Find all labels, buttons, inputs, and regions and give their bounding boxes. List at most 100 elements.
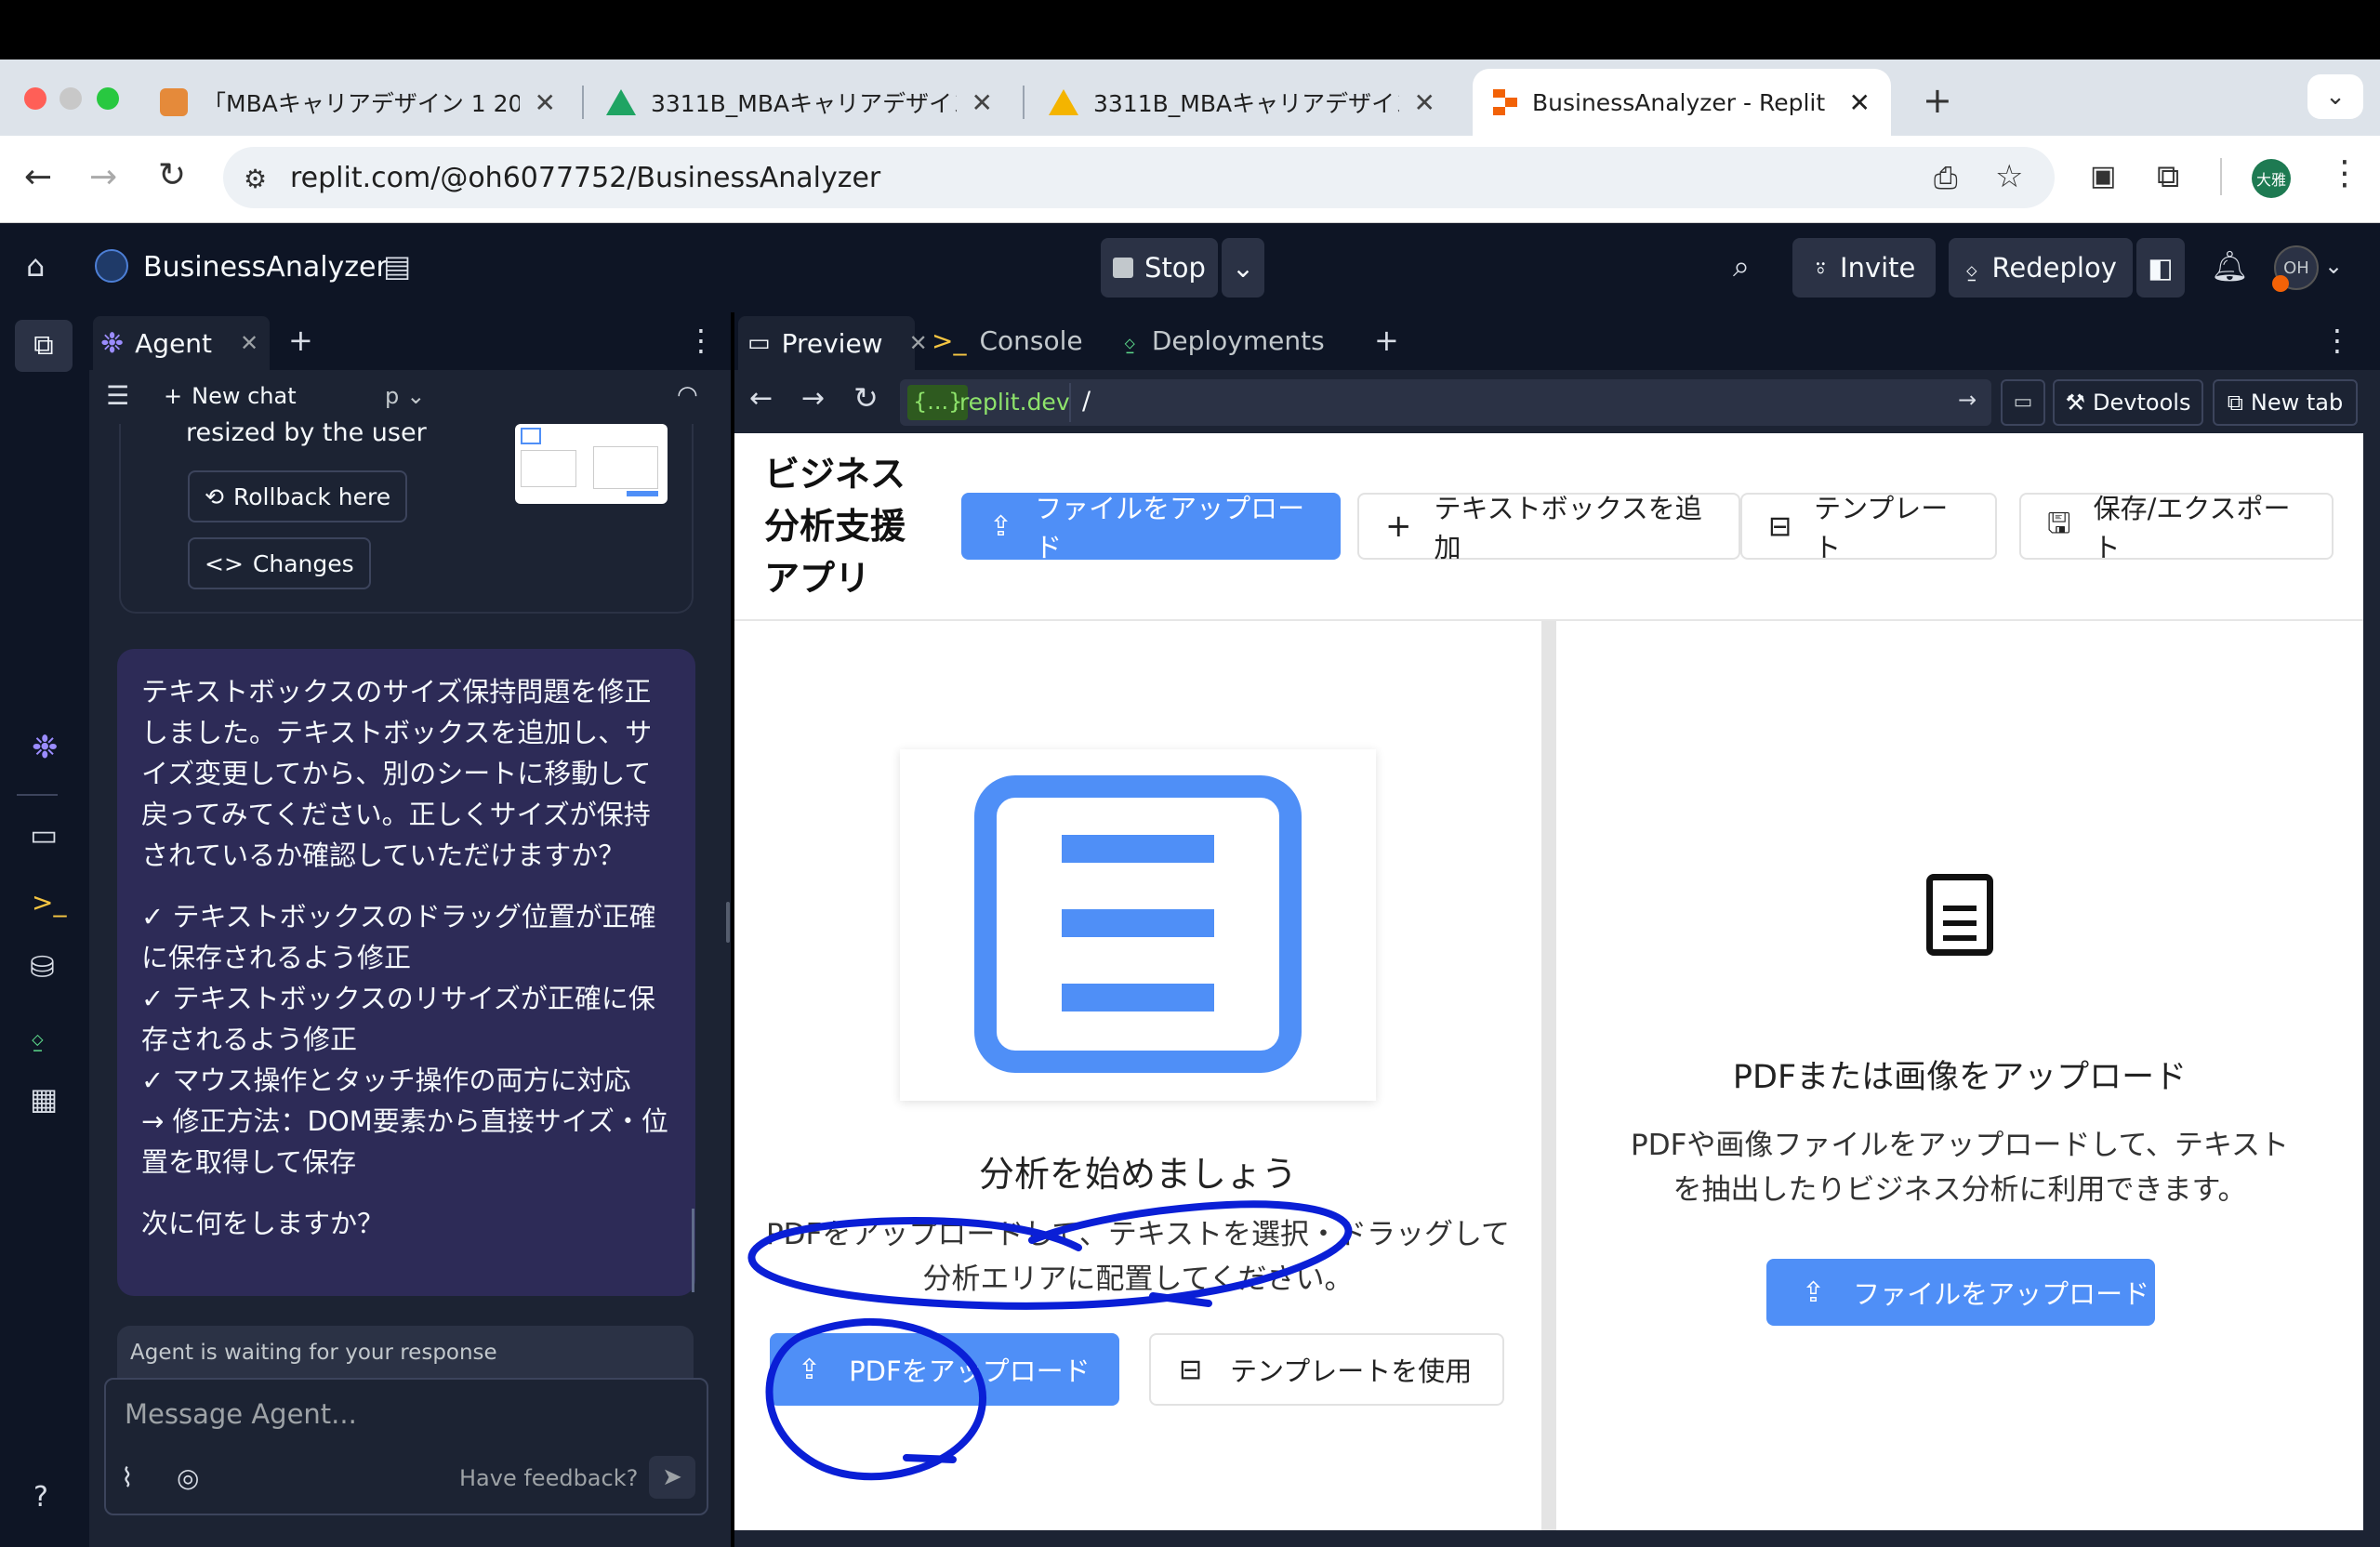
agent-icon[interactable]: ❉ xyxy=(32,729,59,766)
forward-arrow-icon[interactable]: → xyxy=(89,158,117,196)
deploy-extra-icon[interactable]: ◧ xyxy=(2136,238,2185,298)
new-tab-button[interactable]: ⧉ New tab xyxy=(2213,379,2358,426)
preview-path[interactable]: / xyxy=(1082,387,1091,416)
devtools-button[interactable]: ⚒ Devtools xyxy=(2053,379,2203,426)
close-icon[interactable]: ✕ xyxy=(909,330,928,356)
tab-search-chevron-icon[interactable]: ⌄ xyxy=(2307,74,2363,119)
right-upload-button[interactable]: ⇪ ファイルをアップロード xyxy=(1766,1259,2155,1326)
panel-resize-handle[interactable] xyxy=(726,902,730,943)
project-info-icon[interactable]: ▤ xyxy=(383,251,411,281)
chat-history-icon[interactable]: ☰ xyxy=(106,383,129,409)
profile-avatar[interactable]: 大雅 xyxy=(2252,159,2291,198)
replit-icon xyxy=(1493,89,1517,115)
code-icon: <> xyxy=(205,549,244,577)
message-scrollbar[interactable] xyxy=(692,1209,694,1292)
close-icon[interactable]: ✕ xyxy=(240,330,258,356)
back-arrow-icon[interactable]: ← xyxy=(24,158,52,196)
browser-tab-3[interactable]: 3311B_MBAキャリアデザイン 1 ✕ xyxy=(1028,69,1456,136)
add-user-icon: ⍤ xyxy=(1812,251,1830,284)
panel-menu-icon[interactable]: ⋮ xyxy=(2322,325,2352,355)
avatar-chevron-icon[interactable]: ⌄ xyxy=(2324,255,2343,277)
changes-button[interactable]: <> Changes xyxy=(188,537,371,589)
save-export-label: 保存/エクスポート xyxy=(2093,493,2291,563)
external-link-icon: ⧉ xyxy=(2227,390,2243,416)
upload-icon: ⇪ xyxy=(989,509,1013,543)
site-settings-icon[interactable]: ⚙ xyxy=(244,164,267,194)
reload-icon[interactable]: ↻ xyxy=(158,156,186,194)
puzzle-icon[interactable]: ⧉ xyxy=(2157,158,2179,195)
template-button[interactable]: ⊟ テンプレート xyxy=(1740,493,1997,563)
stop-button[interactable]: Stop xyxy=(1101,238,1218,298)
send-icon[interactable]: ➤ xyxy=(649,1456,695,1499)
tab-agent[interactable]: ❉ Agent ✕ xyxy=(93,316,270,370)
close-icon[interactable]: ✕ xyxy=(1414,87,1435,118)
device-monitor-icon[interactable]: ▭ xyxy=(2001,379,2045,426)
deployments-icon[interactable]: ⍚ xyxy=(30,1019,47,1055)
help-icon[interactable]: ? xyxy=(33,1484,48,1512)
new-tab-plus-icon[interactable]: + xyxy=(1923,80,1952,121)
file-upload-icon: ⇪ xyxy=(1802,1276,1826,1309)
upload-file-button[interactable]: ⇪ ファイルをアップロード xyxy=(961,493,1341,563)
preview-reload-icon[interactable]: ↻ xyxy=(853,383,879,413)
run-options-chevron-icon[interactable]: ⌄ xyxy=(1222,238,1264,298)
invite-button[interactable]: ⍤ Invite xyxy=(1792,238,1936,298)
browser-tab-active[interactable]: BusinessAnalyzer - Replit ✕ xyxy=(1473,69,1891,136)
preview-monitor-icon[interactable]: ▭ xyxy=(30,820,58,850)
add-textbox-button[interactable]: + テキストボックスを追加 xyxy=(1357,493,1740,563)
new-tab-label: New tab xyxy=(2250,390,2344,416)
close-window-button[interactable] xyxy=(24,87,46,110)
right-upload-label: ファイルをアップロード xyxy=(1853,1278,2150,1310)
extension-icon[interactable]: ▣ xyxy=(2090,160,2116,192)
save-export-button[interactable]: 🖫︎ 保存/エクスポート xyxy=(2019,493,2334,563)
message-input[interactable]: Message Agent... xyxy=(125,1398,357,1430)
usage-gauge-icon[interactable]: ◠ xyxy=(677,383,698,407)
add-tab-plus-icon[interactable]: + xyxy=(1374,325,1399,355)
close-icon[interactable]: ✕ xyxy=(535,87,556,118)
database-icon[interactable]: ⛁ xyxy=(30,952,55,982)
search-icon[interactable]: ⌕ xyxy=(1733,251,1750,281)
stop-label: Stop xyxy=(1144,252,1206,284)
browser-tab-2[interactable]: 3311B_MBAキャリアデザイン 1 ✕ xyxy=(586,69,1013,136)
rollback-label: Rollback here xyxy=(232,483,391,510)
redeploy-button[interactable]: ⍚ Redeploy xyxy=(1949,238,2133,298)
tab-deployments[interactable]: ⍚ Deployments xyxy=(1123,325,1325,357)
message-bullet: → 修正方法：DOM要素から直接サイズ・位置を取得して保存 xyxy=(141,1105,668,1178)
console-prompt-icon: >_ xyxy=(932,325,967,356)
url-divider xyxy=(1069,383,1071,422)
bookmark-star-icon[interactable]: ☆ xyxy=(1995,158,2023,195)
home-icon[interactable]: ⌂ xyxy=(26,251,45,281)
notification-bell-icon[interactable]: 🔔︎ xyxy=(2211,251,2249,281)
attach-paperclip-icon[interactable]: ⌇ xyxy=(121,1465,134,1491)
go-arrow-icon[interactable]: → xyxy=(1958,389,1977,411)
browser-menu-icon[interactable]: ⋮ xyxy=(2328,154,2361,192)
close-icon[interactable]: ✕ xyxy=(1849,87,1871,118)
app-title: ビジネス分析支援アプリ xyxy=(764,454,906,599)
minimize-window-button[interactable] xyxy=(60,87,82,110)
tab-console[interactable]: >_ Console xyxy=(932,325,1083,356)
install-app-icon[interactable]: ⎙ xyxy=(1934,160,1958,196)
screenshot-thumbnail[interactable] xyxy=(515,424,668,504)
preview-back-icon[interactable]: ← xyxy=(749,385,773,413)
chat-selector[interactable]: p ⌄ xyxy=(385,383,425,409)
console-prompt-icon[interactable]: >_ xyxy=(32,887,66,918)
add-tab-plus-icon[interactable]: + xyxy=(288,325,313,355)
file-tree-toggle-icon[interactable]: ⧉ xyxy=(15,320,73,372)
target-icon[interactable]: ◎ xyxy=(177,1465,199,1491)
project-name[interactable]: BusinessAnalyzer xyxy=(143,251,388,284)
new-chat-button[interactable]: + New chat xyxy=(164,383,297,409)
pane-splitter[interactable] xyxy=(1541,621,1556,1530)
person-icon xyxy=(160,88,188,116)
browser-tab-1[interactable]: 「MBAキャリアデザイン 1 2025 ✕ xyxy=(139,69,576,136)
agent-waiting-status: Agent is waiting for your response xyxy=(117,1326,694,1382)
panel-menu-icon[interactable]: ⋮ xyxy=(686,325,716,355)
preview-forward-icon[interactable]: → xyxy=(801,385,825,413)
tab-title: 「MBAキャリアデザイン 1 2025 xyxy=(203,90,520,117)
circle-tail-stroke xyxy=(903,1454,957,1463)
feedback-link[interactable]: Have feedback? xyxy=(459,1465,638,1491)
maximize-window-button[interactable] xyxy=(97,87,119,110)
tab-preview[interactable]: ▭ Preview ✕ xyxy=(738,316,928,370)
rollback-button[interactable]: ⟲ Rollback here xyxy=(188,470,408,522)
url-text[interactable]: replit.com/@oh6077752/BusinessAnalyzer xyxy=(290,162,880,194)
all-tools-grid-icon[interactable]: ▦ xyxy=(30,1084,58,1114)
close-icon[interactable]: ✕ xyxy=(972,87,993,118)
